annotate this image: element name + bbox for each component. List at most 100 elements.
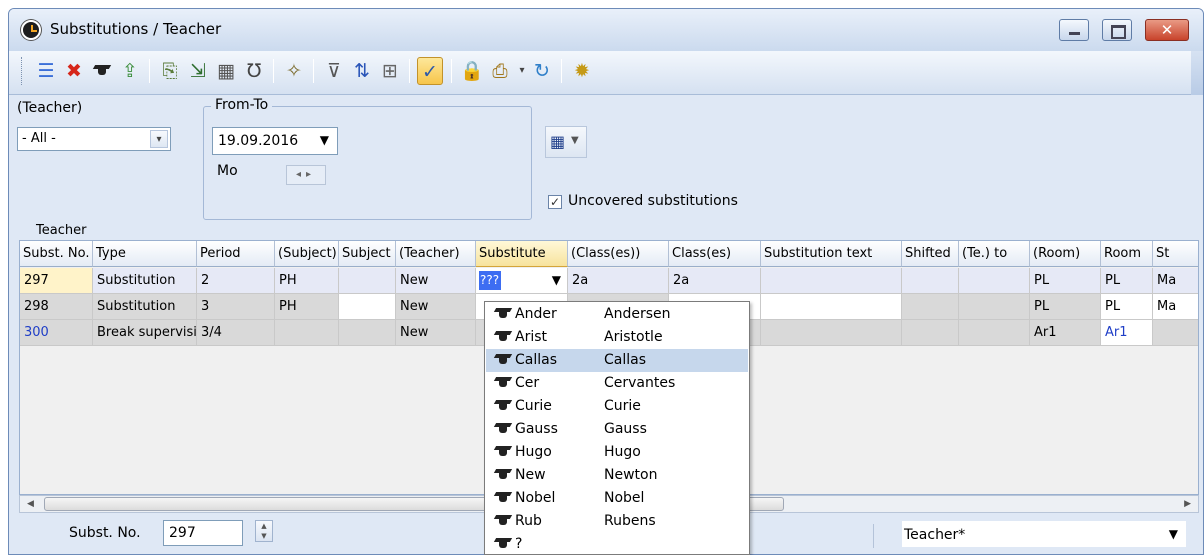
scroll-left-icon[interactable]: ◀ (27, 496, 34, 512)
cell-shifted[interactable] (902, 320, 959, 346)
subst-no-input[interactable]: 297 (163, 520, 243, 546)
view-select[interactable]: Teacher* ▼ (901, 520, 1187, 548)
cell-te-to[interactable] (959, 320, 1030, 346)
cell-teacher[interactable]: New (396, 294, 476, 320)
cell-room[interactable]: PL (1101, 268, 1153, 294)
cell-subst-no[interactable]: 300 (20, 320, 93, 346)
cell-room-orig[interactable]: PL (1030, 294, 1101, 320)
column-header[interactable]: Shifted (902, 241, 959, 267)
column-header[interactable]: (Class(es)) (568, 241, 669, 267)
maximize-button[interactable] (1102, 19, 1132, 41)
cell-st[interactable]: Ma (1153, 268, 1198, 294)
list-item[interactable]: Gauss Gauss (486, 418, 748, 441)
scroll-right-icon[interactable]: ▶ (1184, 496, 1191, 512)
edit-check-icon[interactable]: ✓ (417, 57, 443, 85)
list-item[interactable]: Cer Cervantes (486, 372, 748, 395)
column-header[interactable]: (Teacher) (396, 241, 476, 267)
cell-shifted[interactable] (902, 268, 959, 294)
sort-icon[interactable]: ⇅ (349, 57, 375, 85)
day-spinner[interactable]: ◂▸ (286, 165, 326, 185)
magic-wand-icon[interactable]: ✧ (281, 57, 307, 85)
column-header-substitute[interactable]: Substitute (476, 241, 568, 267)
list-item-selected[interactable]: Callas Callas (486, 349, 748, 372)
cell-type[interactable]: Substitution (93, 268, 197, 294)
column-header[interactable]: (Subject) (275, 241, 339, 267)
toolbar-grip[interactable] (21, 57, 25, 85)
cell-room-orig[interactable]: PL (1030, 268, 1101, 294)
column-header[interactable]: St (1153, 241, 1198, 267)
teacher-filter-select[interactable]: - All - ▾ (17, 127, 171, 151)
cell-period[interactable]: 3/4 (197, 320, 275, 346)
cell-subject[interactable] (339, 294, 396, 320)
list-item[interactable]: Curie Curie (486, 395, 748, 418)
cell-text[interactable] (761, 320, 902, 346)
import-icon[interactable]: ⇲ (185, 57, 211, 85)
cell-type[interactable]: Substitution (93, 294, 197, 320)
toolbar-overflow[interactable] (1191, 51, 1203, 95)
list-item[interactable]: Hugo Hugo (486, 441, 748, 464)
date-picker[interactable]: 19.09.2016 ▼ (212, 127, 338, 155)
substitute-input[interactable]: ??? (479, 271, 501, 290)
cell-room[interactable]: PL (1101, 294, 1153, 320)
column-header[interactable]: Subst. No. (20, 241, 93, 267)
chevron-down-icon[interactable]: ▼ (320, 133, 329, 147)
chevron-down-icon[interactable]: ▼ (1169, 527, 1178, 541)
column-header[interactable]: Room (1101, 241, 1153, 267)
cell-teacher[interactable]: New (396, 320, 476, 346)
column-header[interactable]: (Room) (1030, 241, 1101, 267)
list-item[interactable]: Ander Andersen (486, 303, 748, 326)
cell-subject[interactable] (339, 268, 396, 294)
lock-icon[interactable]: 🔒 (459, 57, 485, 85)
substitute-dropdown-list[interactable]: Ander Andersen Arist Aristotle Callas Ca… (484, 301, 750, 555)
refresh-icon[interactable]: ↻ (529, 57, 555, 85)
column-header[interactable]: Class(es) (669, 241, 761, 267)
grid-icon[interactable]: ⊞ (377, 57, 403, 85)
cell-room-orig[interactable]: Ar1 (1030, 320, 1101, 346)
cell-classes-orig[interactable]: 2a (568, 268, 669, 294)
stethoscope-icon[interactable]: ℧ (241, 57, 267, 85)
cell-classes[interactable]: 2a (669, 268, 761, 294)
list-item[interactable]: Rub Rubens (486, 510, 748, 533)
cell-text[interactable] (761, 294, 902, 320)
list-item[interactable]: Arist Aristotle (486, 326, 748, 349)
cell-subject-orig[interactable]: PH (275, 268, 339, 294)
cell-subst-no[interactable]: 297 (20, 268, 93, 294)
cell-period[interactable]: 3 (197, 294, 275, 320)
cell-subst-no[interactable]: 298 (20, 294, 93, 320)
calculator-icon[interactable]: ▦ (213, 57, 239, 85)
cell-room[interactable]: Ar1 (1101, 320, 1153, 346)
cell-subject[interactable] (339, 320, 396, 346)
column-header[interactable]: Substitution text (761, 241, 902, 267)
cell-te-to[interactable] (959, 294, 1030, 320)
settings-icon[interactable]: ✹ (569, 57, 595, 85)
title-bar[interactable]: Substitutions / Teacher ✕ (9, 9, 1203, 51)
column-header[interactable]: Type (93, 241, 197, 267)
cell-period[interactable]: 2 (197, 268, 275, 294)
copy-icon[interactable]: ⎘ (157, 57, 183, 85)
subst-no-stepper[interactable]: ▲ ▼ (255, 520, 273, 542)
teacher-cap-icon[interactable] (89, 57, 115, 85)
delete-icon[interactable]: ✖ (61, 57, 87, 85)
cell-shifted[interactable] (902, 294, 959, 320)
cell-st[interactable] (1153, 320, 1198, 346)
cell-teacher[interactable]: New (396, 268, 476, 294)
substitute-editor[interactable]: ??? ▼ (476, 268, 568, 294)
list-icon[interactable]: ☰ (33, 57, 59, 85)
uncovered-checkbox[interactable]: ✓ (548, 195, 562, 209)
cell-st[interactable]: Ma (1153, 294, 1198, 320)
cell-subject-orig[interactable]: PH (275, 294, 339, 320)
column-header[interactable]: Period (197, 241, 275, 267)
export-icon[interactable]: ⇪ (117, 57, 143, 85)
list-item[interactable]: ? (486, 533, 748, 554)
list-item[interactable]: New Newton (486, 464, 748, 487)
minimize-button[interactable] (1059, 19, 1089, 41)
close-button[interactable]: ✕ (1145, 19, 1189, 41)
calendar-button[interactable]: ▦ ▼ (545, 126, 587, 158)
column-header[interactable]: (Te.) to (959, 241, 1030, 267)
chevron-down-icon[interactable]: ▼ (552, 268, 561, 293)
list-item[interactable]: Nobel Nobel (486, 487, 748, 510)
cell-text[interactable] (761, 268, 902, 294)
cell-te-to[interactable] (959, 268, 1030, 294)
filter-icon[interactable]: ⊽ (321, 57, 347, 85)
column-header[interactable]: Subject (339, 241, 396, 267)
